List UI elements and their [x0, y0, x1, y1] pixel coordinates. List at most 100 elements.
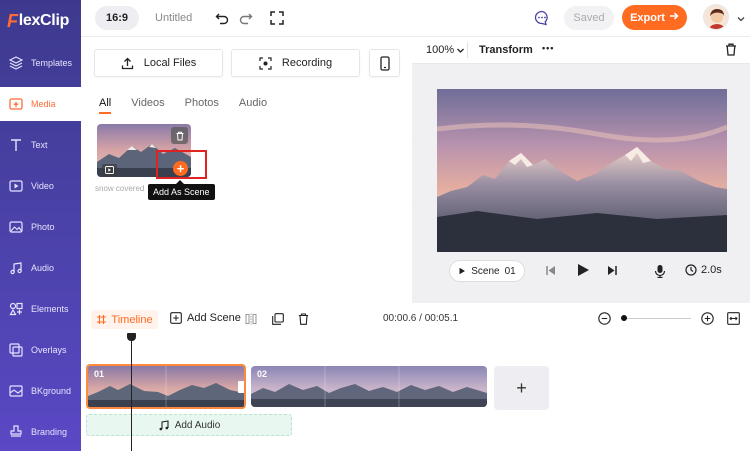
- zoom-in-icon[interactable]: [701, 312, 714, 328]
- split-icon[interactable]: [245, 313, 257, 328]
- add-audio-button[interactable]: Add Audio: [86, 414, 292, 436]
- playhead-line[interactable]: [131, 333, 132, 451]
- add-box-icon: [170, 312, 182, 324]
- zoom-slider-handle[interactable]: [621, 315, 627, 321]
- timeline-tab[interactable]: Timeline: [91, 310, 158, 329]
- saved-status-button[interactable]: Saved: [564, 6, 614, 30]
- tab-audio[interactable]: Audio: [239, 97, 267, 114]
- mobile-upload-button[interactable]: [369, 49, 400, 77]
- sidebar-item-audio[interactable]: Audio: [0, 251, 81, 285]
- transform-button[interactable]: Transform: [479, 44, 533, 56]
- export-button[interactable]: Export: [622, 5, 687, 30]
- sidebar-item-bkground[interactable]: BKground: [0, 374, 81, 408]
- undo-icon[interactable]: [213, 9, 231, 27]
- sidebar-item-text[interactable]: Text: [0, 128, 81, 162]
- sidebar-item-branding[interactable]: Branding: [0, 415, 81, 449]
- scene-label: Scene: [471, 265, 500, 277]
- scene-number: 01: [504, 265, 516, 277]
- clock-icon: [685, 264, 697, 276]
- logo-mark: F: [7, 10, 18, 31]
- sidebar-item-templates[interactable]: Templates: [0, 46, 81, 80]
- zoom-out-icon[interactable]: [598, 312, 611, 328]
- background-icon: [9, 385, 23, 397]
- timeline-label: Timeline: [111, 313, 153, 326]
- media-panel: Local Files Recording All Videos Photos …: [81, 37, 412, 303]
- sidebar-item-label: Media: [31, 99, 56, 109]
- sidebar-item-label: Photo: [31, 222, 55, 232]
- trash-icon[interactable]: [298, 313, 309, 328]
- duplicate-icon[interactable]: [272, 313, 284, 328]
- add-as-scene-tooltip: Add As Scene: [148, 180, 215, 200]
- chat-help-icon[interactable]: [533, 9, 551, 27]
- scene-clip-01[interactable]: 01: [86, 364, 246, 409]
- play-icon[interactable]: [576, 263, 590, 280]
- delete-media-button[interactable]: [171, 127, 188, 144]
- phone-icon: [379, 55, 390, 71]
- chevron-down-icon: [457, 48, 465, 53]
- aspect-ratio-button[interactable]: 16:9: [95, 6, 139, 30]
- branding-icon: [10, 425, 22, 437]
- sidebar-item-overlays[interactable]: Overlays: [0, 333, 81, 367]
- add-clip-button[interactable]: +: [494, 366, 549, 410]
- preview-canvas[interactable]: [437, 89, 727, 252]
- scene-duration[interactable]: 2.0s: [685, 264, 722, 276]
- sidebar-item-label: Video: [31, 181, 54, 191]
- scene-clip-02[interactable]: 02: [251, 366, 487, 407]
- zoom-value: 100%: [426, 44, 455, 56]
- clip-trim-handle[interactable]: [238, 381, 244, 393]
- preview-panel: 100% Transform ••• Scene 01 2.0s: [412, 37, 750, 303]
- play-icon: [459, 267, 466, 275]
- fullscreen-icon[interactable]: [268, 9, 286, 27]
- chevron-down-icon[interactable]: [732, 10, 750, 28]
- tab-all[interactable]: All: [99, 97, 112, 114]
- tab-photos[interactable]: Photos: [185, 97, 219, 114]
- music-icon: [159, 419, 169, 430]
- highlight-box: [156, 150, 207, 179]
- skip-forward-icon[interactable]: [607, 265, 618, 279]
- local-files-button[interactable]: Local Files: [94, 49, 223, 77]
- zoom-slider-track[interactable]: [621, 318, 691, 319]
- avatar[interactable]: [703, 4, 729, 30]
- microphone-icon[interactable]: [654, 264, 666, 281]
- tab-videos[interactable]: Videos: [131, 97, 164, 114]
- recording-button[interactable]: Recording: [231, 49, 360, 77]
- recording-label: Recording: [281, 57, 333, 69]
- sidebar-item-elements[interactable]: Elements: [0, 292, 81, 326]
- media-caption: snow covered: [95, 184, 145, 193]
- local-files-label: Local Files: [143, 57, 197, 69]
- timecode: 00:00.6 / 00:05.1: [383, 313, 459, 324]
- music-icon: [10, 262, 22, 275]
- zoom-dropdown[interactable]: 100%: [426, 44, 465, 56]
- scene-play-button[interactable]: Scene 01: [449, 260, 525, 282]
- sidebar-item-media[interactable]: Media: [0, 87, 81, 121]
- layers-icon: [9, 56, 23, 70]
- overlays-icon: [9, 343, 23, 357]
- media-type-tabs: All Videos Photos Audio: [99, 97, 287, 114]
- sidebar-item-label: Templates: [31, 58, 73, 68]
- photo-icon: [9, 221, 23, 233]
- timeline-tracks: 01 02 + Add Audio: [81, 335, 750, 451]
- skip-back-icon[interactable]: [545, 265, 556, 279]
- trash-icon: [176, 131, 183, 140]
- fit-timeline-icon[interactable]: [727, 312, 740, 328]
- media-upload-icon: [9, 98, 23, 110]
- sidebar-item-photo[interactable]: Photo: [0, 210, 81, 244]
- upload-icon: [121, 57, 133, 69]
- redo-icon[interactable]: [237, 9, 255, 27]
- duration-value: 2.0s: [701, 264, 722, 276]
- text-icon: [11, 139, 21, 151]
- delete-scene-icon[interactable]: [725, 43, 737, 59]
- add-scene-button[interactable]: Add Scene: [170, 312, 241, 324]
- arrow-right-icon: [669, 11, 679, 24]
- timeline-toolbar: Timeline Add Scene 00:00.6 / 00:05.1: [81, 303, 750, 335]
- sidebar: F lexClip Templates Media Text Video Pho…: [0, 0, 81, 451]
- project-title[interactable]: Untitled: [155, 12, 192, 24]
- sidebar-item-video[interactable]: Video: [0, 169, 81, 203]
- sidebar-item-label: BKground: [31, 386, 72, 396]
- record-icon: [259, 56, 272, 70]
- logo-text: lexClip: [18, 12, 70, 29]
- video-type-icon: [102, 164, 117, 176]
- more-options-icon[interactable]: •••: [542, 43, 554, 53]
- flexclip-logo[interactable]: F lexClip: [7, 10, 69, 32]
- video-icon: [9, 180, 23, 192]
